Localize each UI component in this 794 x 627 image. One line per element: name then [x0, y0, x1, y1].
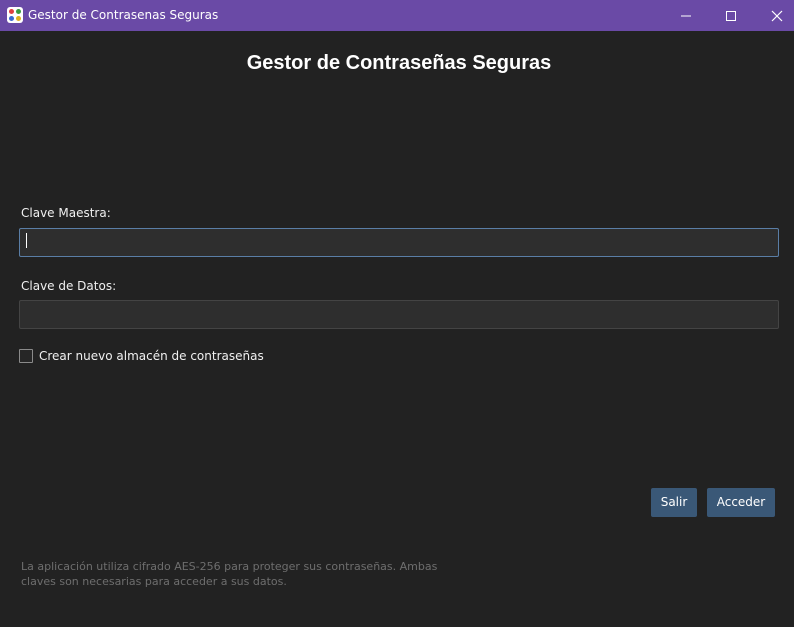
page-title: Gestor de Contraseñas Seguras: [246, 52, 552, 74]
close-icon: [771, 10, 783, 22]
title-bar[interactable]: Gestor de Contrasenas Seguras: [0, 0, 794, 31]
footer-line-1: La aplicación utiliza cifrado AES-256 pa…: [21, 560, 438, 573]
create-store-checkbox[interactable]: [19, 349, 33, 363]
minimize-button[interactable]: [662, 0, 708, 31]
maximize-button[interactable]: [707, 0, 753, 31]
data-key-label: Clave de Datos:: [21, 279, 117, 293]
footer-note: La aplicación utiliza cifrado AES-256 pa…: [21, 559, 441, 589]
master-key-input[interactable]: [19, 228, 779, 257]
master-key-label: Clave Maestra:: [21, 206, 111, 220]
data-key-input[interactable]: [19, 300, 779, 329]
access-button[interactable]: Acceder: [707, 488, 775, 517]
window-title: Gestor de Contrasenas Seguras: [28, 8, 219, 22]
exit-button[interactable]: Salir: [651, 488, 697, 517]
footer-line-2: claves son necesarias para acceder a sus…: [21, 575, 287, 588]
app-icon: [7, 7, 23, 23]
text-caret: [26, 233, 27, 248]
app-window: Gestor de Contrasenas Seguras Gestor de …: [0, 0, 794, 627]
maximize-icon: [726, 11, 736, 21]
close-button[interactable]: [753, 0, 794, 31]
create-store-label[interactable]: Crear nuevo almacén de contraseñas: [39, 349, 264, 363]
minimize-icon: [681, 15, 691, 17]
